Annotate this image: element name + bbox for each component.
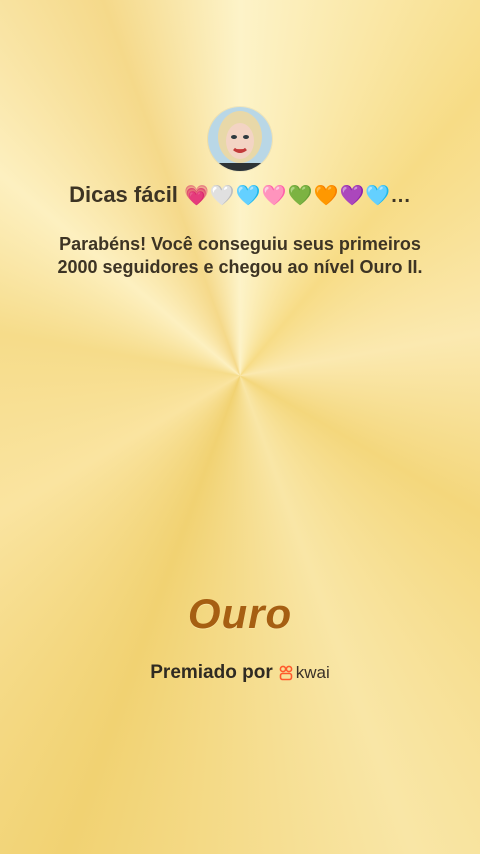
congratulations-message: Parabéns! Você conseguiu seus primeiros … bbox=[57, 234, 423, 277]
award-line: Premiado por kwai bbox=[0, 662, 480, 684]
username-text: Dicas fácil bbox=[69, 182, 185, 207]
award-prefix: Premiado por bbox=[150, 662, 273, 683]
avatar-image bbox=[208, 107, 272, 171]
level-title: Ouro bbox=[187, 590, 293, 637]
kwai-icon bbox=[279, 665, 293, 681]
kwai-logo: kwai bbox=[279, 663, 330, 683]
kwai-wordmark: kwai bbox=[295, 663, 330, 682]
user-avatar[interactable] bbox=[208, 107, 272, 171]
heart-emojis: 💗🤍🩵🩷💚🧡💜🩵... bbox=[184, 185, 411, 207]
profile-username: Dicas fácil 💗🤍🩵🩷💚🧡💜🩵... bbox=[0, 182, 480, 208]
